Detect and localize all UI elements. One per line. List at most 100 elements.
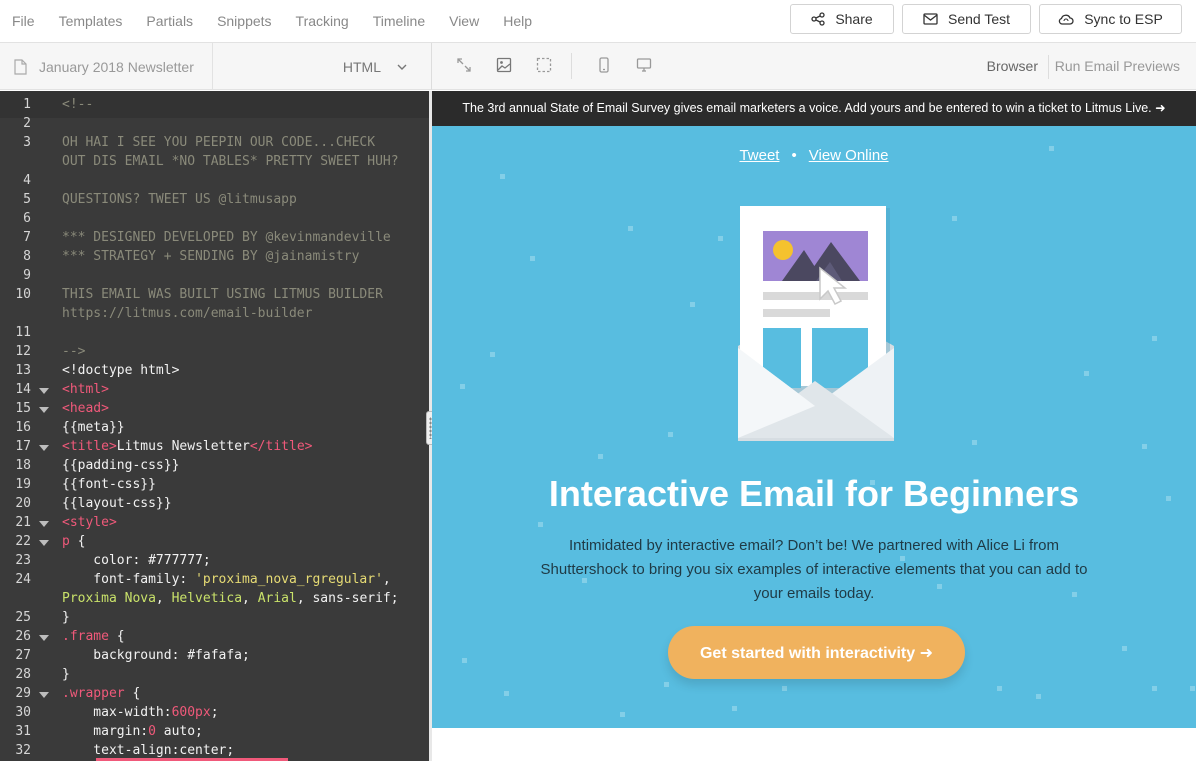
line-number: 15 [15, 401, 31, 416]
chevron-down-icon [397, 64, 407, 70]
toolbar-divider [1048, 55, 1049, 79]
code-token: background: #fafafa; [62, 648, 250, 663]
expand-icon[interactable] [454, 55, 474, 75]
code-text: <title>Litmus Newsletter</title> [62, 437, 312, 456]
code-text: <!doctype html> [62, 361, 179, 380]
line-number: 30 [15, 705, 31, 720]
code-text: --> [62, 342, 85, 361]
get-started-button[interactable]: Get started with interactivity ➜ [668, 626, 965, 679]
code-token: } [62, 667, 70, 682]
fold-arrow-icon[interactable] [39, 692, 49, 698]
desktop-icon[interactable] [634, 55, 654, 75]
browser-tab[interactable]: Browser [987, 58, 1038, 74]
send-test-button[interactable]: Send Test [902, 4, 1031, 34]
menu-file[interactable]: File [12, 13, 35, 29]
code-token: {{padding-css}} [62, 458, 180, 473]
run-email-previews-button[interactable]: Run Email Previews [1055, 58, 1180, 74]
background-speck [690, 302, 695, 307]
fold-arrow-icon[interactable] [39, 407, 49, 413]
fold-arrow-icon[interactable] [39, 540, 49, 546]
code-text: } [62, 608, 70, 627]
fold-arrow-icon[interactable] [39, 635, 49, 641]
background-speck [1190, 686, 1195, 691]
code-token: { [108, 629, 125, 644]
code-text: <head> [62, 399, 109, 418]
menu-snippets[interactable]: Snippets [217, 13, 271, 29]
menu-view[interactable]: View [449, 13, 479, 29]
image-icon[interactable] [494, 55, 514, 75]
line-number: 27 [15, 648, 31, 663]
background-speck [732, 706, 737, 711]
line-number: 5 [23, 192, 31, 207]
line-number: 7 [23, 230, 31, 245]
code-text: <html> [62, 380, 109, 399]
line-number: 29 [15, 686, 31, 701]
line-number: 11 [15, 325, 31, 340]
code-text: OUT DIS EMAIL *NO TABLES* PRETTY SWEET H… [62, 152, 399, 171]
code-token: OH HAI I SEE YOU PEEPIN OUR CODE...CHECK [62, 135, 376, 150]
code-token: 0 [148, 724, 156, 739]
code-text: p { [62, 532, 85, 551]
file-tab[interactable]: January 2018 Newsletter [0, 43, 213, 90]
survey-banner[interactable]: The 3rd annual State of Email Survey giv… [432, 91, 1196, 126]
code-text: font-family: 'proxima_nova_rgregular', [62, 570, 390, 589]
line-number: 9 [23, 268, 31, 283]
background-speck [1036, 694, 1041, 699]
file-name: January 2018 Newsletter [39, 58, 194, 75]
code-token: , sans-serif; [296, 591, 399, 606]
background-speck [1152, 336, 1157, 341]
background-speck [1152, 686, 1157, 691]
background-speck [718, 236, 723, 241]
line-number: 6 [23, 211, 31, 226]
share-button[interactable]: Share [790, 4, 894, 34]
code-token: <!-- [62, 97, 94, 112]
fold-arrow-icon[interactable] [39, 445, 49, 451]
share-label: Share [835, 11, 873, 27]
line-number: 21 [15, 515, 31, 530]
line-number: 25 [15, 610, 31, 625]
menu-timeline[interactable]: Timeline [373, 13, 425, 29]
envelope-icon [923, 13, 938, 25]
view-online-link[interactable]: View Online [809, 147, 889, 164]
mobile-icon[interactable] [594, 55, 614, 75]
fold-arrow-icon[interactable] [39, 388, 49, 394]
code-token: Arial [257, 591, 297, 606]
code-text: <!-- [62, 95, 93, 114]
language-select[interactable]: HTML [213, 43, 429, 90]
line-number: 14 [15, 382, 31, 397]
code-text: *** STRATEGY + SENDING BY @jainamistry [62, 247, 359, 266]
hero-section: Tweet • View Online Interactive Email fo… [432, 126, 1196, 728]
code-token: 600px [171, 705, 211, 720]
sync-to-esp-button[interactable]: Sync to ESP [1039, 4, 1182, 34]
background-speck [1084, 371, 1089, 376]
line-number: 20 [15, 496, 31, 511]
background-speck [628, 226, 633, 231]
tweet-link[interactable]: Tweet [739, 147, 779, 164]
menu-templates[interactable]: Templates [59, 13, 123, 29]
code-token: <html> [62, 382, 109, 397]
code-token: THIS EMAIL WAS BUILT USING LITMUS BUILDE… [62, 287, 383, 302]
menu-help[interactable]: Help [503, 13, 532, 29]
background-speck [668, 432, 673, 437]
code-token: <style> [62, 515, 117, 530]
code-token: , [242, 591, 258, 606]
menu-tracking[interactable]: Tracking [296, 13, 349, 29]
background-speck [462, 658, 467, 663]
fold-arrow-icon[interactable] [39, 521, 49, 527]
share-icon [811, 12, 825, 26]
line-number: 23 [15, 553, 31, 568]
background-speck [664, 682, 669, 687]
menu-partials[interactable]: Partials [146, 13, 193, 29]
code-token: Proxima Nova [62, 591, 156, 606]
background-speck [972, 440, 977, 445]
send-test-label: Send Test [947, 11, 1010, 27]
code-text: <style> [62, 513, 117, 532]
background-speck [530, 256, 535, 261]
editor-toolbar: January 2018 Newsletter HTML Browser Run… [0, 43, 1196, 90]
code-editor[interactable]: 1 <!-- 2 3 OH HAI I SEE YOU PEEPIN OUR CODE.… [0, 91, 429, 761]
code-token: <head> [62, 401, 109, 416]
toolbar-divider [571, 53, 572, 79]
background-speck [598, 454, 603, 459]
line-number: 24 [15, 572, 31, 587]
selection-icon[interactable] [534, 55, 554, 75]
